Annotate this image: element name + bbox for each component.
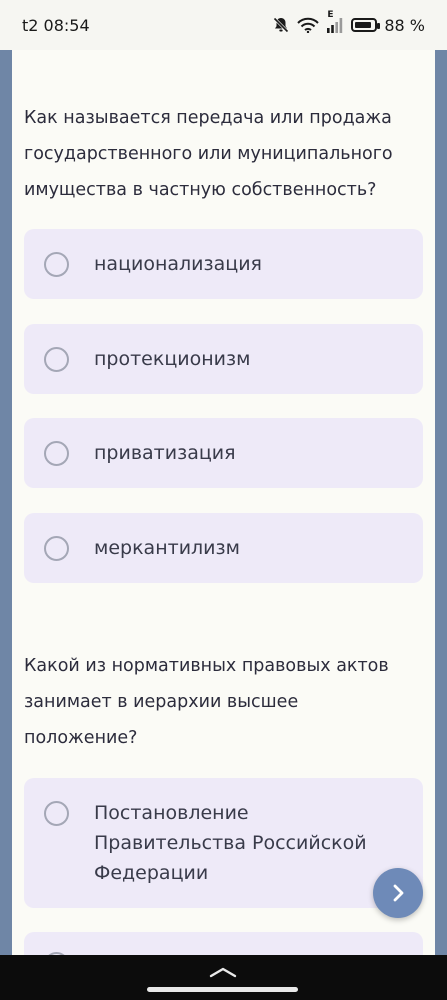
radio-button[interactable] bbox=[44, 346, 69, 372]
home-indicator[interactable] bbox=[147, 987, 298, 992]
status-time: t2 08:54 bbox=[22, 15, 90, 35]
radio-button[interactable] bbox=[44, 535, 69, 561]
network-type-label: E bbox=[327, 10, 334, 20]
answer-label: национализация bbox=[94, 253, 262, 275]
battery-icon bbox=[351, 18, 381, 32]
battery-level bbox=[355, 22, 372, 28]
answer-option[interactable]: приватизация bbox=[24, 418, 423, 488]
answer-option[interactable]: национализация bbox=[24, 229, 423, 299]
system-navigation-bar bbox=[0, 955, 447, 1000]
answer-label: протекционизм bbox=[94, 348, 251, 370]
signal-icon: E bbox=[326, 10, 344, 33]
answer-option[interactable]: меркантилизм bbox=[24, 513, 423, 583]
answer-option[interactable]: Постановление Правительства Российской Ф… bbox=[24, 778, 423, 908]
answer-option-partial[interactable] bbox=[24, 932, 423, 955]
radio-button[interactable] bbox=[44, 801, 69, 826]
radio-button[interactable] bbox=[44, 251, 69, 277]
next-question-button[interactable] bbox=[373, 868, 423, 918]
battery-percent: 88 % bbox=[384, 15, 425, 35]
mute-notifications-icon bbox=[272, 16, 290, 34]
status-bar: t2 08:54 E 88 % bbox=[0, 0, 447, 50]
question-text: Как называется передача или продажа госу… bbox=[24, 108, 393, 200]
chevron-up-icon[interactable] bbox=[208, 963, 238, 982]
chevron-right-icon bbox=[388, 883, 408, 903]
answer-option[interactable]: протекционизм bbox=[24, 324, 423, 394]
answer-label: Постановление Правительства Российской Ф… bbox=[94, 802, 367, 884]
question-text: Какой из нормативных правовых актов зани… bbox=[24, 656, 389, 748]
answer-label: приватизация bbox=[94, 442, 236, 464]
answer-label: меркантилизм bbox=[94, 537, 240, 559]
quiz-card: Как называется передача или продажа госу… bbox=[12, 50, 435, 955]
status-icons: E 88 % bbox=[272, 10, 425, 35]
wifi-icon bbox=[297, 17, 320, 33]
radio-button[interactable] bbox=[44, 440, 69, 466]
